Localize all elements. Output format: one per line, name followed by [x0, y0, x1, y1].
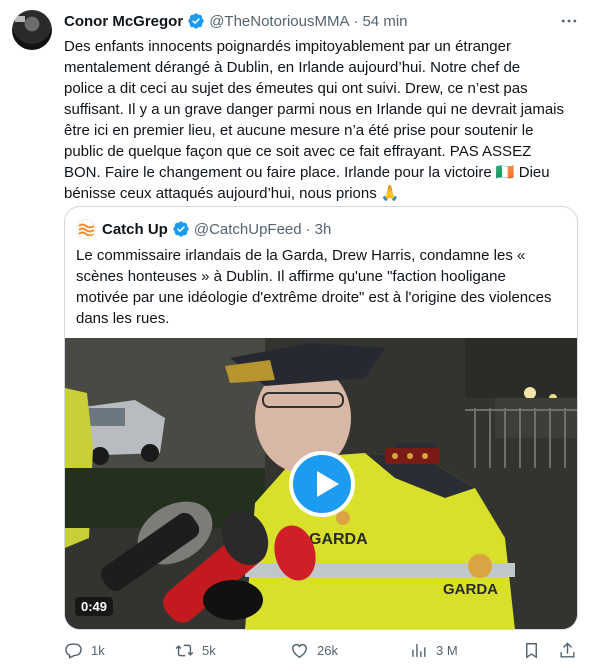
- repost-count: 5k: [202, 642, 216, 658]
- verified-badge-icon: [188, 13, 204, 29]
- heart-icon: [292, 643, 307, 658]
- verified-badge-icon: [173, 221, 189, 237]
- separator-dot: ·: [305, 220, 311, 238]
- tweet-text: Des enfants innocents poignardés impitoy…: [64, 38, 565, 202]
- repost-button[interactable]: 5k: [175, 638, 216, 662]
- tweet-time[interactable]: 54 min: [362, 13, 407, 30]
- quoted-tweet-text: Le commissaire irlandais de la Garda, Dr…: [76, 247, 552, 327]
- tweet-actions: 1k 5k 26k 3 M: [64, 638, 580, 662]
- views-count: 3 M: [436, 642, 458, 658]
- like-count: 26k: [317, 642, 338, 658]
- more-options-icon[interactable]: [559, 11, 579, 31]
- author-name[interactable]: Conor McGregor: [64, 13, 183, 30]
- bookmark-icon: [526, 642, 537, 659]
- wave-logo-icon: [78, 223, 95, 236]
- share-button[interactable]: [558, 638, 585, 662]
- quoted-tweet-header: Catch Up @CatchUpFeed · 3h: [76, 219, 331, 239]
- vest-text-1: GARDA: [309, 531, 368, 548]
- bookmark-button[interactable]: [522, 638, 549, 662]
- play-button[interactable]: [289, 451, 355, 517]
- quoted-tweet[interactable]: Catch Up @CatchUpFeed · 3h Le commissair…: [64, 206, 578, 630]
- author-handle[interactable]: @TheNotoriousMMA: [209, 13, 349, 30]
- views-button[interactable]: 3 M: [409, 638, 458, 662]
- reply-icon: [65, 642, 82, 659]
- avatar-logo: [15, 16, 25, 22]
- quoted-tweet-time[interactable]: 3h: [315, 221, 332, 238]
- like-button[interactable]: 26k: [290, 638, 338, 662]
- views-chart-icon: [412, 643, 426, 657]
- reply-button[interactable]: 1k: [64, 638, 105, 662]
- tweet-header: Conor McGregor @TheNotoriousMMA · 54 min: [64, 11, 579, 31]
- video-duration: 0:49: [75, 597, 114, 616]
- video-player[interactable]: GARDA GARDA news 0:49: [65, 338, 577, 629]
- quoted-author-handle[interactable]: @CatchUpFeed: [194, 221, 302, 238]
- author-avatar[interactable]: [12, 10, 52, 50]
- share-icon: [560, 641, 575, 658]
- repost-icon: [175, 644, 194, 656]
- separator-dot: ·: [353, 12, 359, 30]
- quoted-author-avatar: [76, 219, 96, 239]
- reply-count: 1k: [91, 642, 105, 658]
- vest-text-2: GARDA: [443, 581, 498, 598]
- quoted-author-name[interactable]: Catch Up: [102, 221, 168, 238]
